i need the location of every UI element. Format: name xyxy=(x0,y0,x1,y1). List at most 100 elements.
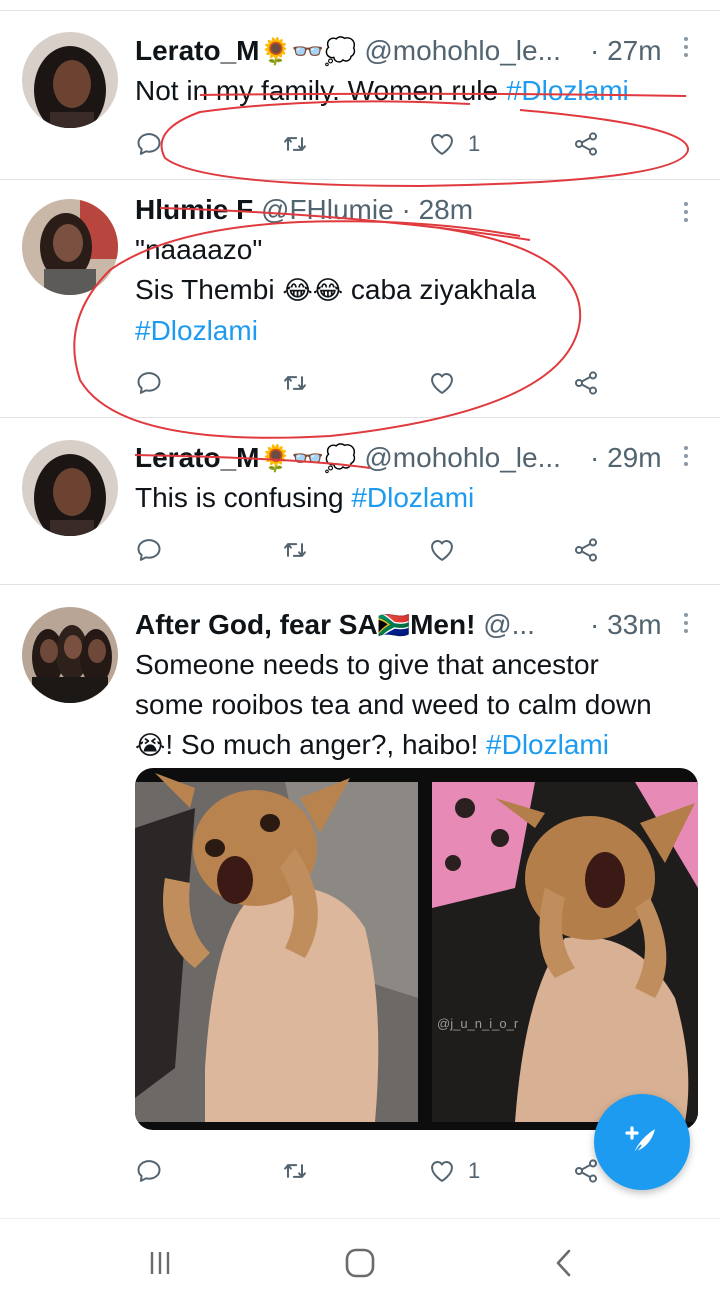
tweet-body: Sis Thembi xyxy=(135,274,283,305)
tweet-text: "naaaazo" Sis Thembi 😂😂 caba ziyakhala #… xyxy=(135,230,705,351)
retweet-button[interactable] xyxy=(281,1151,309,1191)
avatar[interactable] xyxy=(22,32,118,128)
crying-emoji: 😭 xyxy=(135,731,166,761)
name-emoji: 🌻👓💭 xyxy=(259,37,357,67)
more-vertical-icon[interactable] xyxy=(676,442,696,472)
reply-icon xyxy=(135,369,163,397)
tweet-line: Someone needs to give that ancestor xyxy=(135,649,599,680)
home-icon xyxy=(345,1248,375,1278)
display-name[interactable]: Lerato_M xyxy=(135,442,259,473)
tweet-line: "naaaazo" xyxy=(135,234,263,265)
avatar[interactable] xyxy=(22,607,118,703)
reply-button[interactable] xyxy=(135,530,163,570)
tweet-header: Lerato_M🌻👓💭 @mohohlo_le... xyxy=(135,33,664,69)
share-button[interactable] xyxy=(572,530,600,570)
retweet-icon xyxy=(281,536,309,564)
retweet-icon xyxy=(281,130,309,158)
compose-button[interactable] xyxy=(594,1094,690,1190)
share-button[interactable] xyxy=(572,124,600,164)
like-button[interactable] xyxy=(428,363,468,403)
reply-button[interactable] xyxy=(135,124,163,164)
display-name[interactable]: Hlumie F xyxy=(135,194,253,225)
display-name-rest[interactable]: Men! xyxy=(410,609,475,640)
username[interactable]: @mohohlo_le... xyxy=(364,35,561,66)
reply-icon xyxy=(135,130,163,158)
tweet-body: Not in my family. Women rule xyxy=(135,75,506,106)
tweet-actions: 1 xyxy=(0,124,720,164)
top-divider xyxy=(0,0,720,11)
share-button[interactable] xyxy=(572,363,600,403)
tweet-line: Sis Thembi 😂😂 caba ziyakhala xyxy=(135,270,705,311)
compose-icon xyxy=(625,1126,655,1156)
tweet-actions xyxy=(0,530,720,570)
more-vertical-icon[interactable] xyxy=(676,33,696,63)
share-icon xyxy=(572,1157,600,1185)
tweet-text: This is confusing #Dlozlami xyxy=(135,478,705,518)
more-vertical-icon[interactable] xyxy=(676,609,696,639)
meme-watermark: @j_u_n_i_o_r xyxy=(437,1016,519,1031)
username[interactable]: @mohohlo_le... xyxy=(364,442,561,473)
heart-icon xyxy=(428,1157,456,1185)
like-count: 1 xyxy=(468,131,481,156)
name-emoji: 🌻👓💭 xyxy=(259,444,357,474)
recents-icon xyxy=(150,1252,170,1274)
share-icon xyxy=(572,130,600,158)
avatar[interactable] xyxy=(22,440,118,536)
retweet-icon xyxy=(281,1157,309,1185)
like-count: 1 xyxy=(468,1158,481,1183)
share-icon xyxy=(572,536,600,564)
heart-icon xyxy=(428,536,456,564)
reply-button[interactable] xyxy=(135,1151,163,1191)
tweet-header: After God, fear SA🇿🇦Men! @... xyxy=(135,607,580,643)
display-name[interactable]: Lerato_M xyxy=(135,35,259,66)
retweet-icon xyxy=(281,369,309,397)
back-icon xyxy=(556,1249,571,1277)
chihuahua-meme-image: @j_u_n_i_o_r xyxy=(135,768,698,1130)
display-name[interactable]: After God, fear SA xyxy=(135,609,378,640)
like-button[interactable]: 1 xyxy=(428,1151,480,1191)
flag-emoji: 🇿🇦 xyxy=(377,611,411,641)
reply-button[interactable] xyxy=(135,363,163,403)
retweet-button[interactable] xyxy=(281,363,309,403)
tweet-body: caba ziyakhala xyxy=(343,274,537,305)
tweet-media[interactable]: @j_u_n_i_o_r xyxy=(135,768,698,1130)
tweet-text: Someone needs to give that ancestor some… xyxy=(135,645,705,766)
reply-icon xyxy=(135,1157,163,1185)
avatar[interactable] xyxy=(22,199,118,295)
retweet-button[interactable] xyxy=(281,124,309,164)
username[interactable]: @FHlumie xyxy=(261,194,394,225)
heart-icon xyxy=(428,369,456,397)
username[interactable]: @... xyxy=(483,609,535,640)
share-icon xyxy=(572,369,600,397)
like-button[interactable] xyxy=(428,530,468,570)
tweet-3[interactable]: Lerato_M🌻👓💭 @mohohlo_le... · 29m This is… xyxy=(0,418,720,585)
android-navigation-bar xyxy=(0,1218,720,1305)
timestamp[interactable]: · 29m xyxy=(590,440,662,476)
timestamp[interactable]: · 28m xyxy=(401,194,473,225)
timestamp[interactable]: · 27m xyxy=(590,33,662,69)
retweet-button[interactable] xyxy=(281,530,309,570)
hashtag-link[interactable]: #Dlozlami xyxy=(351,482,474,513)
like-button[interactable]: 1 xyxy=(428,124,480,164)
hashtag-link[interactable]: #Dlozlami xyxy=(506,75,629,106)
tweet-line: some rooibos tea and weed to calm down xyxy=(135,689,652,720)
tweet-actions xyxy=(0,363,720,403)
heart-icon xyxy=(428,130,456,158)
tweet-1[interactable]: Lerato_M🌻👓💭 @mohohlo_le... · 27m Not in … xyxy=(0,11,720,180)
tweet-body: ! So much anger?, haibo! xyxy=(165,729,487,760)
more-vertical-icon[interactable] xyxy=(676,198,696,228)
timestamp[interactable]: · 33m xyxy=(590,607,662,643)
back-button[interactable] xyxy=(540,1241,588,1285)
tweet-line: 😭! So much anger?, haibo! #Dlozlami xyxy=(135,725,705,766)
recents-button[interactable] xyxy=(136,1241,184,1285)
tweet-text: Not in my family. Women rule #Dlozlami xyxy=(135,71,705,111)
reply-icon xyxy=(135,536,163,564)
tweet-header: Hlumie F @FHlumie · 28m xyxy=(135,192,664,228)
tweet-header: Lerato_M🌻👓💭 @mohohlo_le... xyxy=(135,440,664,476)
tweet-2[interactable]: Hlumie F @FHlumie · 28m "naaaazo" Sis Th… xyxy=(0,180,720,418)
home-button[interactable] xyxy=(336,1241,384,1285)
laughing-emoji: 😂😂 xyxy=(282,276,344,306)
hashtag-link[interactable]: #Dlozlami xyxy=(135,311,705,351)
hashtag-link[interactable]: #Dlozlami xyxy=(486,729,609,760)
tweet-body: This is confusing xyxy=(135,482,352,513)
